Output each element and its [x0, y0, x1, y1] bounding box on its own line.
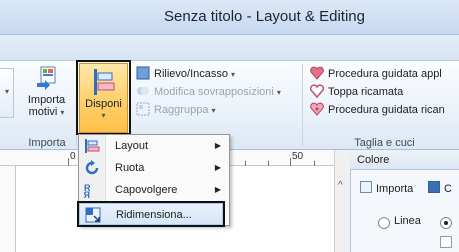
ribbon-tab-strip	[0, 35, 459, 60]
svg-text:R: R	[84, 190, 90, 198]
palette-tab-icon	[428, 181, 440, 193]
menu-item-label: Layout	[115, 140, 149, 152]
color-panel-tabs: Importa C	[350, 178, 459, 200]
scroll-up-icon[interactable]: ^	[338, 180, 343, 191]
chevron-down-icon: ▾	[5, 87, 10, 96]
vertical-scrollbar[interactable]: ^	[334, 150, 350, 252]
line-radio[interactable]	[378, 217, 390, 229]
embroidered-patch-button[interactable]: Toppa ricamata	[309, 83, 403, 101]
submenu-arrow-icon: ▶	[214, 185, 221, 194]
resize-icon	[85, 207, 101, 223]
heart-outline-icon	[309, 84, 325, 99]
import-tab-icon	[360, 181, 372, 193]
option-checkbox[interactable]	[440, 236, 452, 248]
import-label-line1: Importa	[27, 94, 66, 106]
menu-item-flip[interactable]: RR Capovolgere ▶	[79, 179, 229, 201]
import-group-label: Importa	[28, 137, 66, 149]
import-motifs-button[interactable]: Importa motivi ▾	[19, 66, 74, 134]
ruler-tick	[68, 158, 69, 166]
submenu-arrow-icon: ▶	[214, 163, 221, 172]
overlap-icon	[136, 84, 150, 98]
color-panel-title: Colore	[350, 150, 459, 170]
rotate-icon	[84, 160, 100, 176]
import-icon	[35, 66, 59, 90]
embroidery-wizard-button[interactable]: Procedura guidata rican	[310, 101, 445, 119]
ruler-mark-50: 50	[292, 151, 304, 162]
import-tab[interactable]: Importa	[376, 178, 413, 200]
chevron-down-icon: ▾	[101, 111, 106, 120]
relief-icon	[136, 66, 150, 80]
heart-icon	[310, 66, 324, 80]
arrange-button[interactable]: Disponi ▾	[79, 63, 128, 133]
group-button[interactable]: Raggruppa ▾	[136, 101, 215, 119]
menu-item-label: Capovolgere	[115, 184, 178, 196]
patch-group-label: Taglia e cuci	[354, 137, 415, 149]
arrange-label: Disponi	[85, 98, 122, 110]
layout-arrange-icon	[92, 69, 116, 95]
import-label-line2: motivi ▾	[28, 106, 65, 118]
group-separator	[302, 64, 303, 146]
group-icon	[136, 102, 150, 116]
previous-group-dropdown[interactable]: ▾	[0, 68, 14, 118]
menu-item-layout[interactable]: Layout ▶	[79, 135, 229, 157]
appliqué-wizard-button[interactable]: Procedura guidata appl	[310, 65, 442, 83]
vertical-ruler	[0, 166, 16, 252]
menu-item-resize[interactable]: Ridimensiona...	[79, 203, 223, 225]
fill-radio[interactable]	[440, 217, 452, 229]
window-title: Senza titolo - Layout & Editing	[164, 8, 365, 25]
relief-button[interactable]: Rilievo/Incasso ▾	[136, 65, 235, 83]
menu-item-label: Ridimensiona...	[116, 209, 192, 221]
menu-item-label: Ruota	[115, 162, 145, 174]
submenu-arrow-icon: ▶	[214, 141, 221, 150]
line-radio-label: Linea	[394, 215, 421, 227]
modify-overlaps-button[interactable]: Modifica sovrapposizioni ▾	[136, 83, 281, 101]
flip-icon: RR	[83, 182, 100, 200]
menu-item-rotate[interactable]: Ruota ▶	[79, 157, 229, 179]
ruler-mark-0: 0	[70, 151, 76, 162]
ruler-tick	[290, 158, 291, 166]
heart-pattern-icon	[310, 102, 324, 116]
palette-tab[interactable]: C	[444, 178, 452, 200]
layout-icon	[84, 138, 100, 154]
title-bar: Senza titolo - Layout & Editing	[0, 0, 459, 35]
